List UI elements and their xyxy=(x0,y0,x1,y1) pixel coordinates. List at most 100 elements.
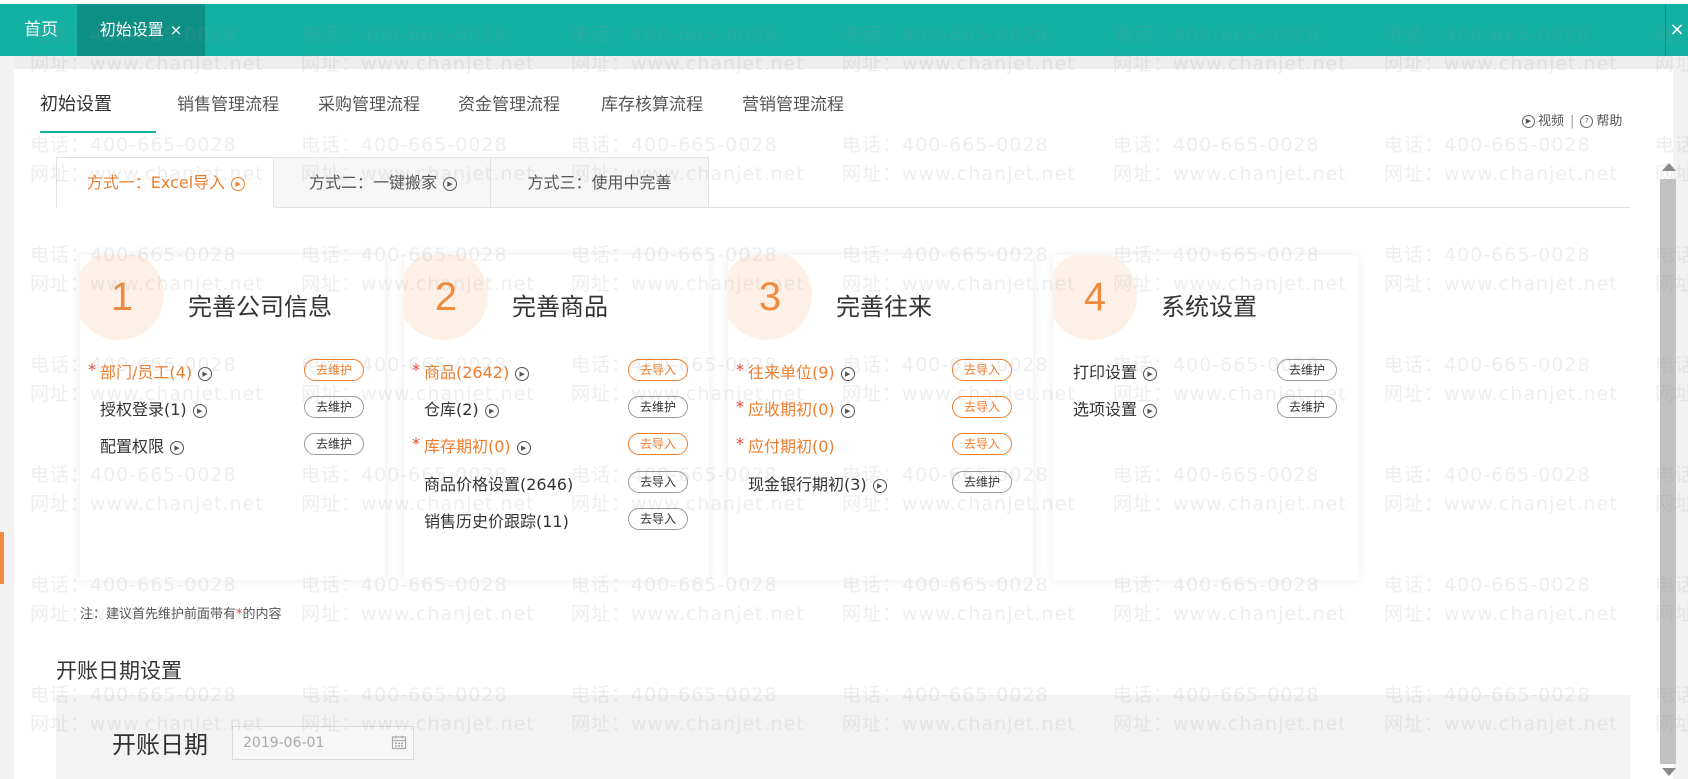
process-tab-0[interactable]: 初始设置 xyxy=(40,90,112,116)
setup-item-button[interactable]: 去导入 xyxy=(628,359,688,381)
setup-item: * 库存期初(0) ▶ 去导入 xyxy=(404,431,709,457)
setup-item-label[interactable]: 配置权限 ▶ xyxy=(100,433,185,457)
calendar-icon[interactable] xyxy=(391,734,407,750)
top-tab-bar: 首页 初始设置 × × xyxy=(0,4,1688,56)
required-star: * xyxy=(412,434,420,453)
watermark-phone: 电话：400-665-0028 xyxy=(571,134,778,156)
setup-item-button[interactable]: 去导入 xyxy=(628,433,688,455)
setup-item-label[interactable]: 授权登录(1) ▶ xyxy=(100,396,207,420)
setup-item-text: 销售历史价跟踪(11) xyxy=(424,512,569,531)
watermark-site: 网址：www.chanjet.net xyxy=(301,603,535,625)
vertical-scrollbar[interactable] xyxy=(1657,155,1679,779)
watermark-phone: 电话：400-665-0028 xyxy=(301,134,508,156)
play-video-icon[interactable]: ▶ xyxy=(170,440,185,455)
scroll-down-arrow-icon[interactable] xyxy=(1662,768,1676,776)
watermark-phone: 电话：400-665-0028 xyxy=(842,134,1049,156)
import-method-tabs: 方式一：Excel导入 ▶ 方式二：一键搬家 ▶ 方式三：使用中完善 xyxy=(56,157,1630,208)
process-tab-1[interactable]: 销售管理流程 xyxy=(177,90,279,115)
setup-item-text: 商品(2642) xyxy=(424,363,510,382)
setup-card-3: 3 完善往来 * 往来单位(9) ▶ 去导入 * 应收期初(0) ▶ 去导入 * 应付期初(0) 去导入… xyxy=(728,255,1033,580)
setup-item: * 商品(2642) ▶ 去导入 xyxy=(404,357,709,383)
play-video-icon[interactable]: ▶ xyxy=(192,403,207,418)
setup-card-4: 4 系统设置 打印设置 ▶ 去维护 选项设置 ▶ 去维护 xyxy=(1053,255,1358,580)
setup-item: 选项设置 ▶ 去维护 xyxy=(1053,394,1358,420)
process-tab-3[interactable]: 资金管理流程 xyxy=(458,90,560,115)
setup-item-button[interactable]: 去维护 xyxy=(1277,396,1337,418)
watermark-phone: 电话：400-665-0028 xyxy=(1384,244,1591,266)
setup-item-label[interactable]: 库存期初(0) ▶ xyxy=(424,433,531,457)
setup-item-label[interactable]: 销售历史价跟踪(11) xyxy=(424,508,569,532)
setup-item-label[interactable]: 商品(2642) ▶ xyxy=(424,359,530,383)
setup-item-label[interactable]: 往来单位(9) ▶ xyxy=(748,359,855,383)
opening-date-input[interactable]: 2019-06-01 xyxy=(232,726,414,760)
setup-item-button[interactable]: 去导入 xyxy=(628,508,688,530)
setup-item-text: 授权登录(1) xyxy=(100,400,187,419)
play-icon[interactable]: ▶ xyxy=(231,176,246,191)
note-prefix: 注：建议首先维护前面带有 xyxy=(80,607,237,622)
setup-item-button[interactable]: 去维护 xyxy=(304,433,364,455)
help-link[interactable]: ? 帮助 xyxy=(1580,114,1622,129)
setup-item-label[interactable]: 应付期初(0) xyxy=(748,433,835,457)
play-video-icon[interactable]: ▶ xyxy=(516,440,531,455)
play-video-icon[interactable]: ▶ xyxy=(515,366,530,381)
note-suffix: 的内容 xyxy=(242,607,282,622)
side-handle[interactable] xyxy=(0,532,4,584)
setup-item-label[interactable]: 应收期初(0) ▶ xyxy=(748,396,855,420)
play-video-icon[interactable]: ▶ xyxy=(484,403,499,418)
setup-item-button[interactable]: 去维护 xyxy=(304,359,364,381)
play-video-icon[interactable]: ▶ xyxy=(840,403,855,418)
setup-item-button[interactable]: 去导入 xyxy=(952,359,1012,381)
setup-item-label[interactable]: 打印设置 ▶ xyxy=(1073,359,1158,383)
method-tab-1[interactable]: 方式二：一键搬家 ▶ xyxy=(273,157,493,207)
setup-item-label[interactable]: 现金银行期初(3) ▶ xyxy=(748,471,887,495)
play-icon[interactable]: ▶ xyxy=(443,176,457,191)
setup-item-button[interactable]: 去导入 xyxy=(952,396,1012,418)
step-number: 1 xyxy=(110,275,134,319)
setup-item-button[interactable]: 去维护 xyxy=(628,396,688,418)
step-number: 3 xyxy=(758,275,782,319)
play-video-icon[interactable]: ▶ xyxy=(198,366,213,381)
scroll-thumb[interactable] xyxy=(1660,179,1676,764)
play-video-icon[interactable]: ▶ xyxy=(1143,403,1158,418)
tab-initial-settings[interactable]: 初始设置 × xyxy=(77,4,205,56)
watermark-site: 网址：www.chanjet.net xyxy=(1384,493,1618,515)
setup-item-button[interactable]: 去导入 xyxy=(952,433,1012,455)
setup-item-text: 库存期初(0) xyxy=(424,437,511,456)
setup-item-text: 现金银行期初(3) xyxy=(748,475,867,494)
tab-home[interactable]: 首页 xyxy=(24,4,58,56)
play-video-icon[interactable]: ▶ xyxy=(1143,366,1158,381)
setup-item-label[interactable]: 选项设置 ▶ xyxy=(1073,396,1158,420)
card-title: 完善商品 xyxy=(512,293,608,321)
video-link[interactable]: ▶ 视频 xyxy=(1522,114,1564,129)
close-window-icon[interactable]: × xyxy=(1665,4,1688,56)
setup-item-text: 应收期初(0) xyxy=(748,400,835,419)
setup-card-2: 2 完善商品 * 商品(2642) ▶ 去导入 仓库(2) ▶ 去维护 * 库存期初(0) ▶ 去导入商… xyxy=(404,255,709,580)
method-tab-0[interactable]: 方式一：Excel导入 ▶ xyxy=(56,157,276,208)
setup-item-text: 应付期初(0) xyxy=(748,437,835,456)
method-tab-label: 方式三：使用中完善 xyxy=(527,173,672,192)
setup-item-text: 仓库(2) xyxy=(424,400,479,419)
setup-item-label[interactable]: 仓库(2) ▶ xyxy=(424,396,499,420)
close-tab-icon[interactable]: × xyxy=(170,21,183,39)
setup-item-button[interactable]: 去维护 xyxy=(304,396,364,418)
opening-date-label: 开账日期 xyxy=(112,731,208,759)
setup-item: 授权登录(1) ▶ 去维护 xyxy=(80,394,385,420)
setup-item-label[interactable]: 部门/员工(4) ▶ xyxy=(100,359,213,383)
required-star: * xyxy=(412,360,420,379)
required-star: * xyxy=(88,360,96,379)
method-tab-label: 方式一：Excel导入 xyxy=(86,173,226,192)
setup-item-button[interactable]: 去导入 xyxy=(628,471,688,493)
setup-item-button[interactable]: 去维护 xyxy=(952,471,1012,493)
play-video-icon[interactable]: ▶ xyxy=(840,366,855,381)
method-tab-2[interactable]: 方式三：使用中完善 xyxy=(490,157,709,207)
left-gutter xyxy=(0,56,14,779)
process-tab-4[interactable]: 库存核算流程 xyxy=(601,90,703,115)
question-icon: ? xyxy=(1580,115,1594,128)
setup-item-button[interactable]: 去维护 xyxy=(1277,359,1337,381)
process-tab-2[interactable]: 采购管理流程 xyxy=(318,90,420,115)
process-tab-5[interactable]: 营销管理流程 xyxy=(742,90,844,115)
method-tab-label: 方式二：一键搬家 xyxy=(308,173,437,192)
play-video-icon[interactable]: ▶ xyxy=(872,478,887,493)
setup-item-label[interactable]: 商品价格设置(2646) xyxy=(424,471,573,495)
scroll-up-arrow-icon[interactable] xyxy=(1662,163,1676,171)
